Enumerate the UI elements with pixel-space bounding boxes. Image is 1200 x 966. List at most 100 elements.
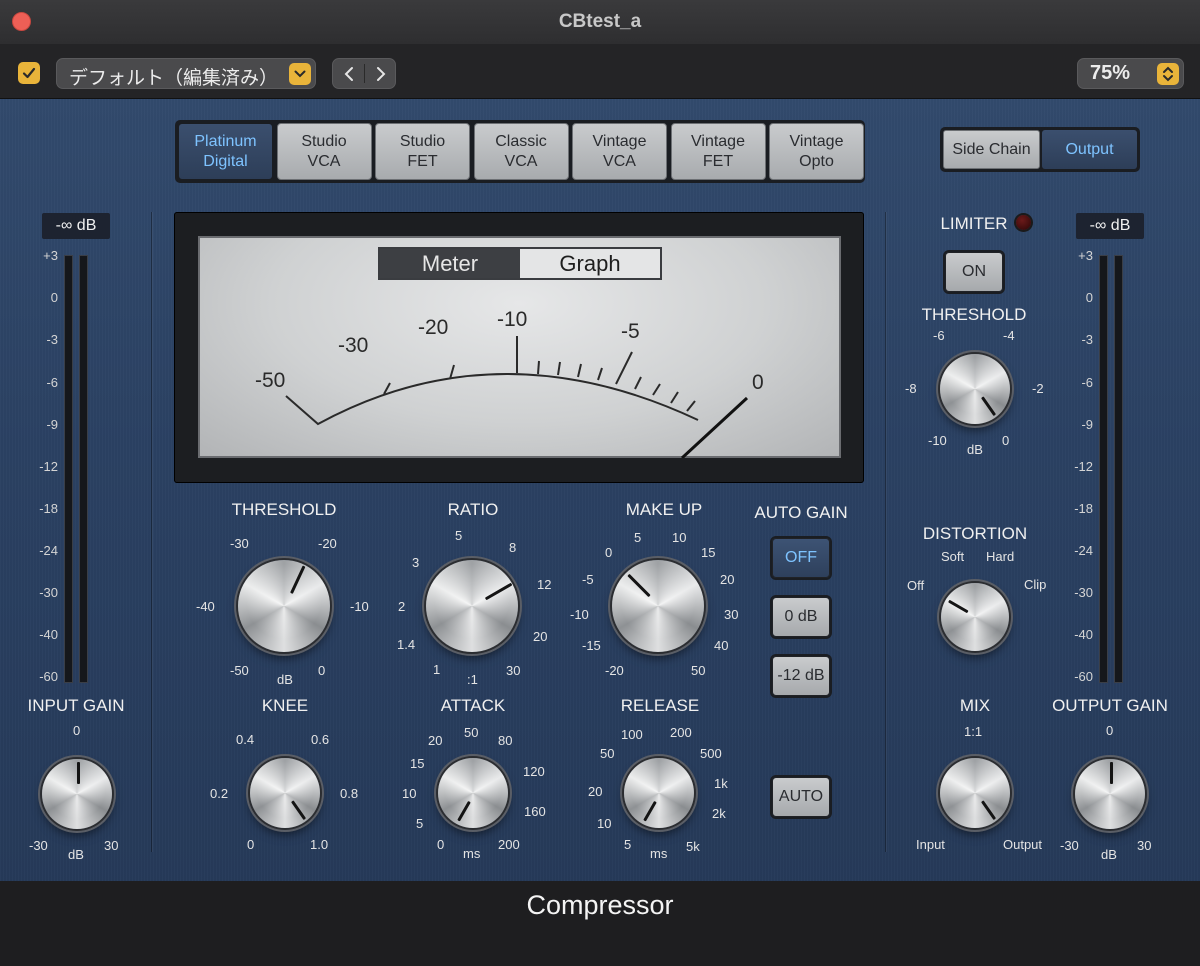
limiter-threshold-knob[interactable] [940,354,1010,424]
output-gain-tick: 30 [1137,838,1152,853]
release-tick: 50 [600,746,615,761]
input-meter-scale-label: -9 [46,417,58,432]
release-knob[interactable] [624,758,694,828]
ratio-tick: 12 [537,577,552,592]
release-unit: ms [650,846,668,861]
model-button-platinum-digital[interactable]: Platinum Digital [178,123,273,180]
ratio-tick: 20 [533,629,548,644]
auto-gain-minus12db-button[interactable]: -12 dB [772,656,830,696]
input-meter-scale-label: -6 [46,375,58,390]
ratio-tick: 3 [412,555,420,570]
model-button-vintage-vca[interactable]: Vintage VCA [572,123,667,180]
limiter-led-indicator [1016,215,1031,230]
model-button-label: Studio [399,132,446,150]
preset-dropdown[interactable]: デフォルト（編集済み） [56,58,316,89]
model-button-label: VCA [504,152,538,170]
output-button[interactable]: Output [1042,130,1137,169]
mix-label: MIX [959,696,991,715]
chevron-down-icon[interactable] [289,63,311,85]
checkmark-icon [22,67,36,79]
side-chain-button[interactable]: Side Chain [943,130,1040,169]
auto-gain-0db-button[interactable]: 0 dB [772,597,830,637]
distortion-tick: Hard [986,549,1015,564]
threshold-tick: -10 [350,599,369,614]
title-bar: CBtest_a [0,0,1200,45]
input-gain-tick: 30 [104,838,119,853]
release-tick: 5k [686,839,700,854]
attack-tick: 50 [464,725,479,740]
model-button-label: Vintage [592,132,647,150]
auto-release-button[interactable]: AUTO [772,777,830,817]
graph-tab[interactable]: Graph [520,249,660,278]
input-meter-scale-label: -18 [39,501,58,516]
model-button-vintage-fet[interactable]: Vintage FET [670,123,766,180]
meter-tick--30: -30 [338,334,369,357]
release-tick: 500 [700,746,722,761]
model-button-label: Opto [799,152,834,170]
make-up-knob[interactable] [612,560,704,652]
plugin-enable-checkbox[interactable] [18,62,40,84]
input-meter-scale-label: -30 [39,585,58,600]
chevron-updown-icon[interactable] [1157,63,1179,85]
ratio-tick: 8 [509,540,517,555]
limiter-on-button[interactable]: ON [945,252,1003,292]
meter-arc [285,373,699,426]
limiter-threshold-unit: dB [967,442,983,457]
input-meter-scale-label: -3 [46,332,58,347]
auto-gain-off-button[interactable]: OFF [772,538,830,578]
model-button-label: Studio [301,132,347,150]
meter-tab[interactable]: Meter [380,249,520,278]
ratio-tick: 1 [433,662,441,677]
input-meter-scale-label: -24 [39,543,58,558]
attack-unit: ms [463,846,481,861]
chevron-left-icon [344,66,353,81]
window-title: CBtest_a [558,11,642,32]
meter-tick-0: 0 [752,371,764,394]
distortion-knob[interactable] [941,583,1009,651]
output-meter-scale-label: +3 [1078,248,1093,263]
next-preset-button[interactable] [365,59,396,88]
knee-label: KNEE [261,696,309,715]
model-button-classic-vca[interactable]: Classic VCA [473,123,569,180]
distortion-tick: Clip [1024,577,1047,592]
release-tick: 5 [624,837,632,852]
ratio-tick: 1.4 [397,637,416,652]
make-up-tick: 50 [691,663,706,678]
output-meter-scale-label: -18 [1074,501,1093,516]
limiter-threshold-tick: -2 [1032,381,1044,396]
model-button-label: Vintage [789,132,844,150]
output-gain-knob[interactable] [1075,759,1145,829]
model-button-label: FET [702,152,734,170]
make-up-tick: -10 [570,607,589,622]
ratio-unit: :1 [467,672,478,687]
input-meter-scale-label: -40 [39,627,58,642]
limiter-threshold-label: THRESHOLD [921,305,1027,324]
threshold-knob[interactable] [238,560,330,652]
meter-graph-toggle: Meter Graph [378,247,662,280]
ratio-tick: 30 [506,663,521,678]
model-button-studio-fet[interactable]: Studio FET [375,123,470,180]
attack-tick: 0 [437,837,445,852]
zoom-dropdown[interactable]: 75% [1077,58,1184,89]
knee-tick: 0.8 [340,786,359,801]
previous-preset-button[interactable] [333,59,364,88]
model-button-studio-vca[interactable]: Studio VCA [276,123,372,180]
threshold-tick: 0 [318,663,326,678]
view-selector: Side Chain Output [940,127,1140,172]
input-gain-knob[interactable] [42,759,112,829]
ratio-knob[interactable] [426,560,518,652]
plugin-name: Compressor [526,890,674,920]
threshold-tick: -50 [230,663,249,678]
release-tick: 10 [597,816,612,831]
attack-tick: 10 [402,786,417,801]
model-button-label: Classic [495,132,547,150]
model-button-vintage-opto[interactable]: Vintage Opto [769,123,864,180]
attack-tick: 20 [428,733,443,748]
attack-knob[interactable] [438,758,508,828]
input-level-readout: -∞ dB [42,213,110,239]
output-meter-scale-label: -60 [1074,669,1093,684]
right-divider [885,212,886,852]
mix-knob[interactable] [940,758,1010,828]
make-up-tick: 10 [672,530,687,545]
knee-knob[interactable] [250,758,320,828]
